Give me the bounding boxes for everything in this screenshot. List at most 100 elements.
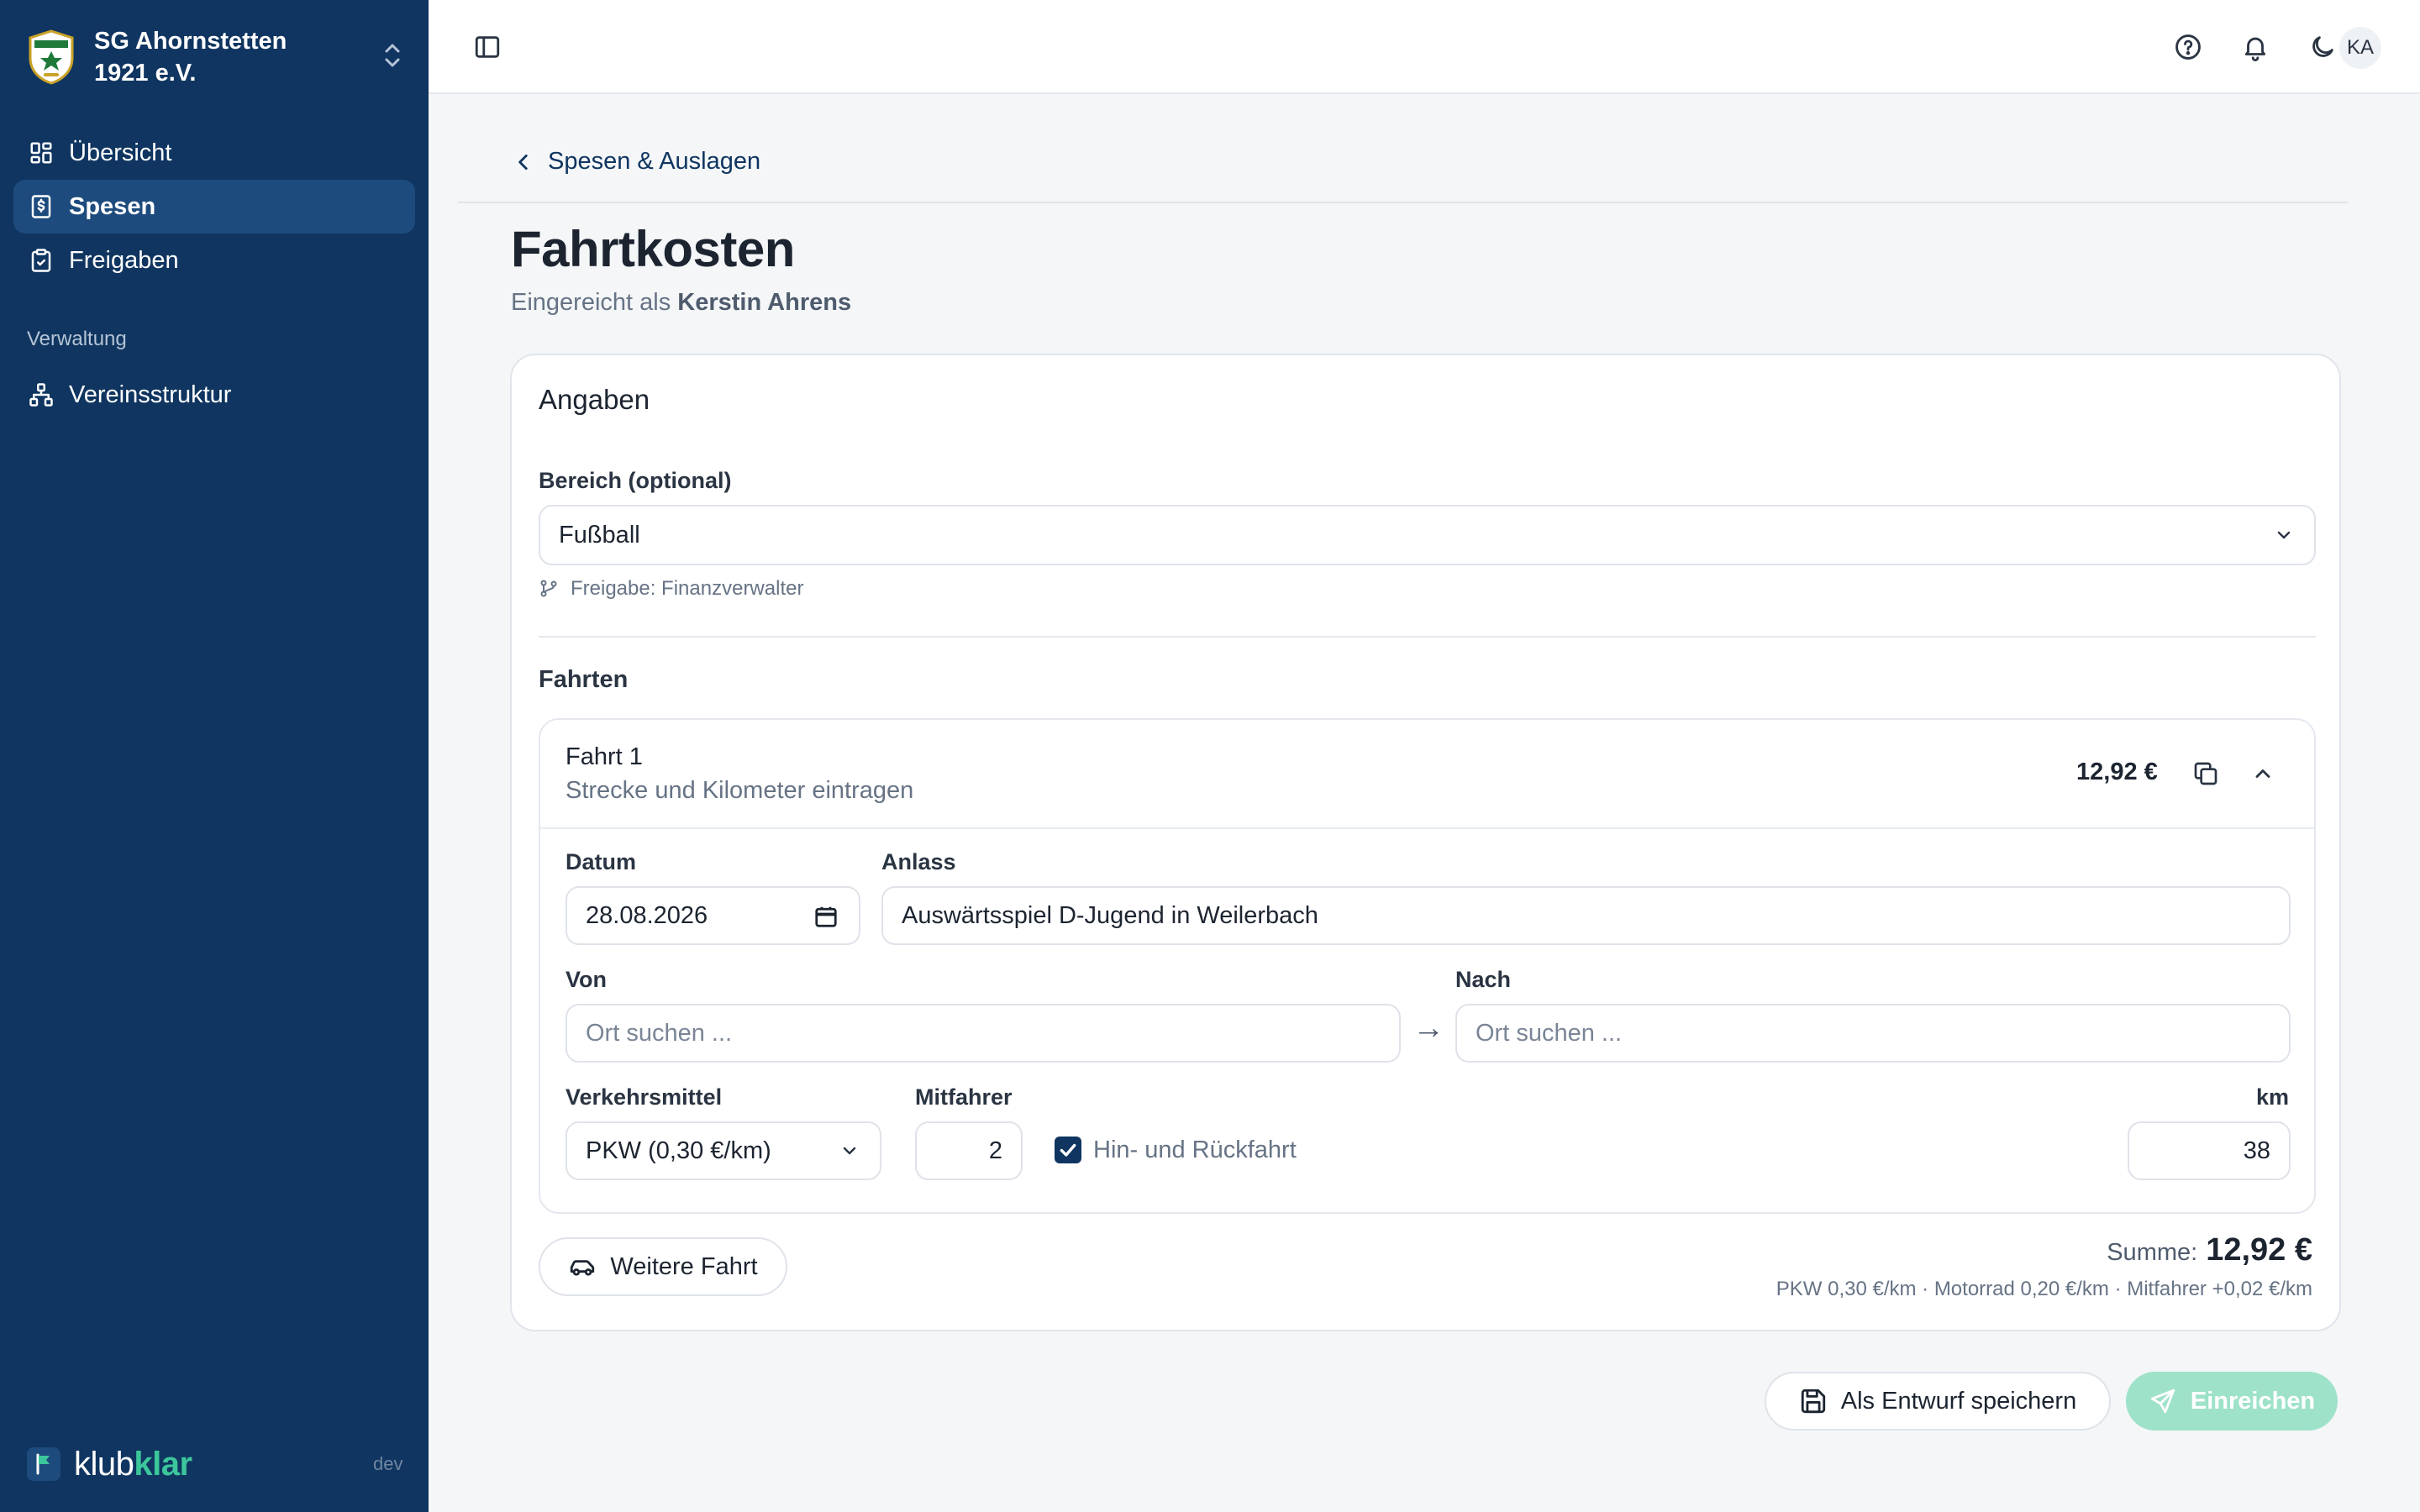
anlass-input[interactable]: Auswärtsspiel D-Jugend in Weilerbach	[881, 886, 2291, 945]
von-label: Von	[566, 967, 607, 992]
submitted-as: Eingereicht als Kerstin Ahrens	[511, 289, 851, 317]
bereich-value: Fußball	[559, 521, 640, 549]
add-trip-button[interactable]: Weitere Fahrt	[539, 1237, 787, 1296]
flag-logo-icon	[27, 1447, 60, 1481]
help-icon	[2175, 34, 2201, 60]
sidebar-item-label: Freigaben	[69, 246, 179, 274]
km-input[interactable]: 38	[2128, 1121, 2291, 1180]
collapse-trip-button[interactable]	[2243, 753, 2283, 794]
page-title: Fahrtkosten	[511, 221, 795, 277]
top-bar	[429, 0, 2420, 94]
sidebar-item-label: Übersicht	[69, 139, 172, 166]
user-avatar[interactable]: KA	[2339, 27, 2381, 69]
trip-subtitle: Strecke und Kilometer eintragen	[566, 777, 914, 804]
trip-amount: 12,92 €	[2076, 759, 2158, 785]
von-placeholder: Ort suchen ...	[586, 1019, 733, 1047]
duplicate-trip-button[interactable]	[2186, 753, 2226, 794]
section-divider	[539, 636, 2316, 638]
anlass-label: Anlass	[881, 849, 956, 874]
checkmark-icon	[1060, 1143, 1076, 1157]
bereich-label: Bereich (optional)	[539, 468, 732, 493]
receipt-icon	[31, 195, 51, 218]
datum-label: Datum	[566, 849, 637, 874]
bell-icon	[2244, 37, 2266, 61]
sidebar-toggle-button[interactable]	[467, 27, 508, 67]
chevron-up-down-icon	[385, 44, 400, 67]
notifications-button[interactable]	[2235, 27, 2275, 67]
save-icon	[1801, 1389, 1825, 1414]
freigabe-hint-text: Freigabe: Finanzverwalter	[571, 577, 804, 600]
verkehrsmittel-label: Verkehrsmittel	[566, 1084, 723, 1110]
chevron-down-icon	[843, 1147, 856, 1155]
sidebar-item-label: Spesen	[69, 192, 156, 220]
theme-toggle-button[interactable]	[2302, 27, 2343, 67]
calendar-icon	[815, 906, 837, 927]
sidebar: SG Ahornstetten 1921 e.V. Übersicht Spes…	[0, 0, 429, 1512]
card-title: Angaben	[539, 384, 650, 415]
sum-value: 12,92 €	[2206, 1232, 2312, 1268]
brand-logo[interactable]: klub klar	[27, 1443, 192, 1485]
sum-row: Summe: 12,92 €	[2107, 1232, 2312, 1268]
rates-note: PKW 0,30 €/km · Motorrad 0,20 €/km · Mit…	[1776, 1278, 2312, 1300]
fahrten-label: Fahrten	[539, 666, 629, 693]
add-trip-label: Weitere Fahrt	[610, 1252, 758, 1280]
environment-badge: dev	[373, 1453, 403, 1474]
mitfahrer-value: 2	[988, 1137, 1002, 1164]
nach-input[interactable]: Ort suchen ...	[1455, 1004, 2291, 1063]
send-icon	[2150, 1389, 2175, 1414]
roundtrip-label[interactable]: Hin- und Rückfahrt	[1093, 1137, 1297, 1164]
bereich-select[interactable]: Fußball	[539, 505, 2316, 565]
nach-placeholder: Ort suchen ...	[1476, 1019, 1623, 1047]
trip-card: Fahrt 1 Strecke und Kilometer eintragen …	[539, 718, 2316, 1214]
club-crest-icon	[29, 29, 74, 85]
datum-input[interactable]: 28.08.2026	[566, 886, 860, 945]
mitfahrer-input[interactable]: 2	[915, 1121, 1023, 1180]
sidebar-item-freigaben[interactable]: Freigaben	[13, 234, 415, 287]
save-draft-button[interactable]: Als Entwurf speichern	[1765, 1372, 2111, 1431]
sum-label: Summe:	[2107, 1239, 2198, 1266]
chevron-down-icon	[2277, 531, 2291, 539]
km-value: 38	[2243, 1137, 2270, 1164]
details-card: Angaben Bereich (optional) Fußball Freig…	[510, 354, 2341, 1331]
organization-switcher[interactable]: SG Ahornstetten 1921 e.V.	[27, 24, 405, 91]
back-link[interactable]: Spesen & Auslagen	[513, 148, 760, 176]
route-arrow-icon: →	[1413, 1011, 1444, 1046]
sidebar-item-label: Vereinsstruktur	[69, 381, 232, 408]
von-input[interactable]: Ort suchen ...	[566, 1004, 1401, 1063]
brand-name-klub: klub	[74, 1445, 134, 1483]
sidebar-item-vereinsstruktur[interactable]: Vereinsstruktur	[13, 368, 415, 422]
trip-title: Fahrt 1	[566, 743, 643, 770]
chevron-up-icon	[2255, 769, 2270, 778]
verkehrsmittel-select[interactable]: PKW (0,30 €/km)	[566, 1121, 881, 1180]
submit-label: Einreichen	[2190, 1387, 2316, 1415]
submitted-as-prefix: Eingereicht als	[511, 289, 671, 316]
moon-icon	[2312, 36, 2333, 57]
sidebar-item-spesen[interactable]: Spesen	[13, 180, 415, 234]
git-branch-icon	[540, 580, 557, 597]
submitter-name: Kerstin Ahrens	[677, 289, 852, 316]
submit-button[interactable]: Einreichen	[2126, 1372, 2338, 1431]
datum-value: 28.08.2026	[586, 901, 708, 929]
brand-name-klar: klar	[134, 1445, 192, 1483]
sidebar-toggle-icon	[475, 36, 500, 58]
dashboard-icon	[30, 142, 52, 164]
clipboard-check-icon	[31, 249, 51, 272]
km-label: km	[2256, 1084, 2290, 1110]
nach-label: Nach	[1455, 967, 1512, 992]
freigabe-hint: Freigabe: Finanzverwalter	[539, 577, 803, 601]
header-divider	[458, 202, 2349, 203]
chevron-left-icon	[518, 154, 528, 170]
anlass-value: Auswärtsspiel D-Jugend in Weilerbach	[902, 901, 1318, 929]
save-draft-label: Als Entwurf speichern	[1840, 1387, 2077, 1415]
trip-header[interactable]: Fahrt 1 Strecke und Kilometer eintragen …	[540, 720, 2314, 829]
copy-icon	[2194, 762, 2217, 785]
sidebar-section-label: Verwaltung	[27, 328, 127, 350]
roundtrip-checkbox[interactable]	[1055, 1137, 1081, 1163]
car-icon	[571, 1260, 595, 1276]
organization-name: SG Ahornstetten 1921 e.V.	[94, 28, 287, 87]
back-link-label: Spesen & Auslagen	[548, 148, 761, 175]
help-button[interactable]	[2168, 27, 2208, 67]
sidebar-item-uebersicht[interactable]: Übersicht	[13, 126, 415, 180]
org-tree-icon	[29, 383, 53, 407]
verkehrsmittel-value: PKW (0,30 €/km)	[586, 1137, 771, 1164]
